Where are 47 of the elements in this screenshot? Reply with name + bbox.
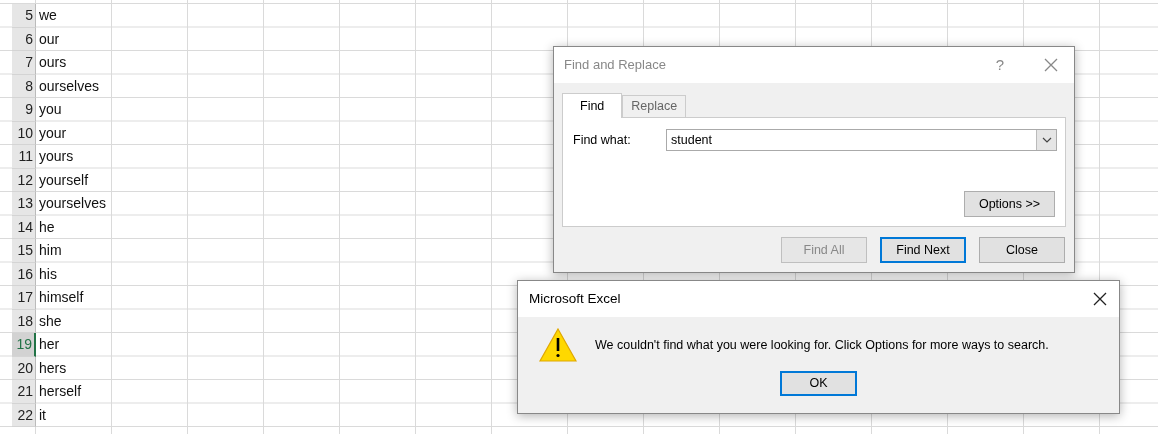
warning-icon	[539, 327, 577, 363]
table-cell: hers	[39, 359, 68, 376]
table-cell: ourselves	[39, 77, 100, 94]
table-cell: himself	[39, 289, 85, 305]
row-header[interactable]: 6	[12, 27, 36, 51]
row-header[interactable]: 12	[12, 168, 36, 192]
dialog-button[interactable]: Find Next	[880, 237, 966, 263]
dialog-title: Find and Replace	[564, 56, 667, 75]
options-button[interactable]: Options >>	[964, 191, 1055, 217]
close-icon[interactable]	[1093, 292, 1107, 306]
table-cell: yourselves	[39, 195, 107, 211]
tab[interactable]: Replace	[622, 95, 687, 117]
row-header[interactable]: 21	[12, 380, 36, 404]
row-header[interactable]: 7	[12, 51, 36, 75]
table-cell: his	[39, 265, 58, 282]
field-label: Find what:	[573, 131, 632, 149]
row-header[interactable]: 16	[12, 262, 36, 286]
tab[interactable]: Find	[562, 93, 623, 118]
dialog-button[interactable]: Close	[979, 237, 1065, 263]
row-header[interactable]: 22	[12, 403, 36, 427]
dropdown-button[interactable]	[1036, 130, 1056, 150]
message-text: We couldn't find what you were looking for. Click Options for more ways to search.	[595, 336, 1049, 354]
row-header[interactable]: 18	[12, 309, 36, 333]
table-cell: he	[39, 218, 56, 235]
row-header[interactable]: 9	[12, 98, 36, 122]
chevron-down-icon	[1041, 137, 1052, 143]
dialog-title: Microsoft Excel	[529, 289, 622, 308]
help-button[interactable]: ?	[995, 53, 1004, 77]
table-cell: it	[39, 406, 47, 423]
table-cell: she	[39, 312, 63, 329]
table-cell: yourself	[39, 171, 90, 188]
table-cell: her	[39, 336, 61, 352]
row-header[interactable]: 10	[12, 121, 36, 145]
table-cell: him	[39, 242, 63, 258]
row-header[interactable]: 19	[12, 333, 36, 357]
row-header[interactable]: 20	[12, 356, 36, 380]
row-header[interactable]: 8	[12, 74, 36, 98]
row-header[interactable]: 13	[12, 192, 36, 216]
table-cell: herself	[39, 383, 83, 399]
row-header[interactable]: 15	[12, 239, 36, 263]
find-what-value: student	[670, 131, 713, 149]
ok-button[interactable]: OK	[780, 371, 857, 396]
row-header[interactable]: 5	[12, 4, 36, 28]
row-header[interactable]: 11	[12, 145, 36, 169]
row-header[interactable]: 17	[12, 286, 36, 310]
row-header[interactable]: 14	[12, 215, 36, 239]
find-what-combobox[interactable]: student	[666, 129, 1057, 151]
